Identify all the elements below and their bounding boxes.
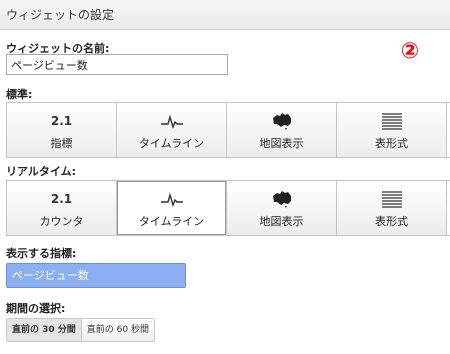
metric-select[interactable]: ページビュー数 [6, 263, 186, 288]
table-icon [381, 188, 403, 210]
standard-timeline-label: タイムライン [138, 136, 205, 150]
period-30-minutes-button[interactable]: 直前の 30 分間 [7, 319, 82, 341]
counter-icon: 2.1 [50, 191, 73, 206]
standard-label: 標準: [6, 88, 33, 101]
period-60-seconds-button[interactable]: 直前の 60 秒間 [81, 319, 154, 341]
map-icon [271, 110, 293, 132]
standard-metric-button[interactable]: 2.1 指標 [7, 103, 117, 157]
table-icon [381, 110, 403, 132]
timeline-icon [160, 188, 184, 210]
period-toggle-group: 直前の 30 分間 直前の 60 秒間 [6, 318, 155, 342]
realtime-map-button[interactable]: 地図表示 [227, 181, 337, 235]
realtime-timeline-button[interactable]: タイムライン [117, 181, 227, 235]
metric-icon: 2.1 [50, 113, 73, 128]
standard-table-label: 表形式 [375, 136, 408, 150]
standard-map-button[interactable]: 地図表示 [227, 103, 337, 157]
timeline-icon [160, 110, 184, 132]
realtime-table-label: 表形式 [375, 214, 408, 228]
standard-table-button[interactable]: 表形式 [337, 103, 447, 157]
realtime-widget-type-group: 2.1 カウンタ タイムライン 地図表示 表形式 [6, 180, 450, 236]
realtime-label: リアルタイム: [6, 165, 77, 178]
realtime-map-label: 地図表示 [259, 214, 304, 228]
standard-map-label: 地図表示 [259, 136, 304, 150]
standard-metric-label: 指標 [50, 136, 73, 150]
standard-timeline-button[interactable]: タイムライン [117, 103, 227, 157]
dialog-title: ウィジェットの設定 [0, 0, 450, 30]
realtime-table-button[interactable]: 表形式 [337, 181, 447, 235]
widget-name-input[interactable] [6, 54, 228, 75]
standard-widget-type-group: 2.1 指標 タイムライン 地図表示 表形式 [6, 102, 450, 158]
annotation-marker: ② [400, 39, 420, 64]
period-label: 期間の選択: [6, 302, 66, 315]
realtime-counter-label: カウンタ [39, 214, 84, 228]
realtime-timeline-label: タイムライン [138, 214, 205, 228]
map-icon [271, 188, 293, 210]
metric-label: 表示する指標: [6, 247, 77, 260]
realtime-counter-button[interactable]: 2.1 カウンタ [7, 181, 117, 235]
